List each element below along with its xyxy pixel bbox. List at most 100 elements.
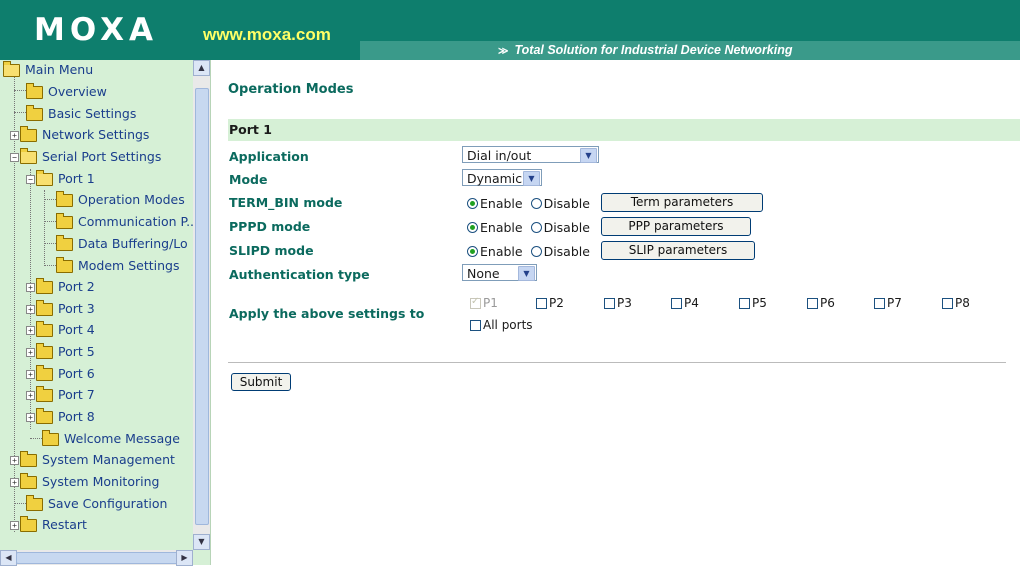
tree-item-port-5[interactable]: + Port 5 <box>26 342 95 362</box>
pppd-enable-radio[interactable] <box>467 222 478 233</box>
tree-item-port-2[interactable]: + Port 2 <box>26 277 95 297</box>
tree-item-label: Port 1 <box>58 171 95 186</box>
checkbox[interactable] <box>942 298 953 309</box>
port-checkbox-label: P4 <box>684 296 699 310</box>
checkbox[interactable] <box>470 320 481 331</box>
tree-item-port-4[interactable]: + Port 4 <box>26 320 95 340</box>
expand-plus-icon[interactable]: + <box>26 305 35 314</box>
mode-select[interactable]: Dynamic ▼ <box>462 169 542 186</box>
tree-item-port-3[interactable]: + Port 3 <box>26 299 95 319</box>
tree-item-save-configuration[interactable]: Save Configuration <box>26 494 167 514</box>
expand-plus-icon[interactable]: + <box>26 348 35 357</box>
checkbox-p8[interactable]: P8 <box>942 296 970 310</box>
checkbox-p2[interactable]: P2 <box>536 296 564 310</box>
scroll-up-icon[interactable]: ▲ <box>193 60 210 76</box>
checkbox-p3[interactable]: P3 <box>604 296 632 310</box>
checkbox-p7[interactable]: P7 <box>874 296 902 310</box>
sidebar: Main Menu Overview Basic Settings + Netwo… <box>0 60 211 566</box>
folder-icon <box>26 83 43 99</box>
checkbox-checked-disabled[interactable] <box>470 296 481 309</box>
tree-item-serial-port-settings[interactable]: − Serial Port Settings <box>10 147 161 167</box>
slip-parameters-button[interactable]: SLIP parameters <box>601 241 755 260</box>
tree-item-label: Network Settings <box>42 127 150 142</box>
chevron-down-icon[interactable]: ▼ <box>580 148 597 163</box>
checkbox[interactable] <box>739 298 750 309</box>
chevron-down-icon[interactable]: ▼ <box>518 266 535 281</box>
slipd-enable-radio[interactable] <box>467 246 478 257</box>
tree-item-modem-settings[interactable]: Modem Settings <box>56 256 179 276</box>
slogan-bar: ≫ Total Solution for Industrial Device Ne… <box>360 41 1020 60</box>
expand-plus-icon[interactable]: + <box>10 478 19 487</box>
application-select[interactable]: Dial in/out ▼ <box>462 146 599 163</box>
checkbox[interactable] <box>536 298 547 309</box>
checkbox[interactable] <box>874 298 885 309</box>
term-bin-label: TERM_BIN mode <box>229 195 343 210</box>
sidebar-vertical-scrollbar[interactable]: ▲ ▼ <box>193 60 210 550</box>
submit-button[interactable]: Submit <box>231 373 291 391</box>
tree-item-system-management[interactable]: + System Management <box>10 450 175 470</box>
expand-plus-icon[interactable]: + <box>26 391 35 400</box>
tree-item-label: System Monitoring <box>42 474 160 489</box>
expand-plus-icon[interactable]: + <box>26 370 35 379</box>
tree-item-operation-modes[interactable]: Operation Modes <box>56 190 185 210</box>
tree-item-port-8[interactable]: + Port 8 <box>26 407 95 427</box>
tree-item-communication-parameters[interactable]: Communication P... <box>56 212 193 232</box>
checkbox-p6[interactable]: P6 <box>807 296 835 310</box>
ppp-parameters-button[interactable]: PPP parameters <box>601 217 751 236</box>
slipd-disable-radio[interactable] <box>530 246 542 257</box>
tree-item-overview[interactable]: Overview <box>26 82 107 102</box>
port-header-bar: Port 1 <box>228 119 1020 141</box>
tree-line <box>44 265 56 266</box>
tree-line <box>44 199 56 200</box>
tree-item-label: Save Configuration <box>48 496 168 511</box>
tree-item-label: Data Buffering/Lo <box>78 236 188 251</box>
tree-item-network-settings[interactable]: + Network Settings <box>10 125 149 145</box>
expand-plus-icon[interactable]: + <box>10 521 19 530</box>
checkbox-p1[interactable]: P1 <box>470 296 498 310</box>
expand-plus-icon[interactable]: + <box>10 456 19 465</box>
folder-icon <box>36 343 53 359</box>
term-bin-enable-radio[interactable] <box>467 198 478 209</box>
tree-line <box>14 90 26 91</box>
folder-icon <box>36 278 53 294</box>
horizontal-scroll-thumb[interactable] <box>16 552 178 564</box>
divider <box>228 362 1006 363</box>
tree-item-restart[interactable]: + Restart <box>10 515 87 535</box>
tree-item-port-7[interactable]: + Port 7 <box>26 385 95 405</box>
checkbox-p4[interactable]: P4 <box>671 296 699 310</box>
pppd-disable-radio[interactable] <box>530 222 542 233</box>
scroll-right-icon[interactable]: ▶ <box>176 550 193 566</box>
folder-icon <box>56 235 73 251</box>
tree-item-port-6[interactable]: + Port 6 <box>26 364 95 384</box>
expand-plus-icon[interactable]: + <box>26 413 35 422</box>
vertical-scroll-thumb[interactable] <box>195 88 209 525</box>
checkbox[interactable] <box>807 298 818 309</box>
term-bin-disable-radio[interactable] <box>530 198 542 209</box>
scroll-left-icon[interactable]: ◀ <box>0 550 17 566</box>
scroll-down-icon[interactable]: ▼ <box>193 534 210 550</box>
tree-item-data-buffering[interactable]: Data Buffering/Lo <box>56 234 188 254</box>
folder-icon <box>26 495 43 511</box>
tree-item-main-menu[interactable]: Main Menu <box>3 60 93 80</box>
tree-item-port-1[interactable]: − Port 1 <box>26 169 95 189</box>
checkbox[interactable] <box>671 298 682 309</box>
chevron-down-icon[interactable]: ▼ <box>523 171 540 186</box>
checkbox-all-ports[interactable]: All ports <box>470 318 533 332</box>
collapse-minus-icon[interactable]: − <box>26 175 35 184</box>
expand-plus-icon[interactable]: + <box>10 131 19 140</box>
tree-item-system-monitoring[interactable]: + System Monitoring <box>10 472 159 492</box>
authentication-type-select[interactable]: None ▼ <box>462 264 537 281</box>
tree-line <box>30 438 42 439</box>
expand-plus-icon[interactable]: + <box>26 283 35 292</box>
port-checkbox-label: P8 <box>955 296 970 310</box>
collapse-minus-icon[interactable]: − <box>10 153 19 162</box>
checkbox-p5[interactable]: P5 <box>739 296 767 310</box>
tree-item-label: Port 4 <box>58 322 95 337</box>
checkbox[interactable] <box>604 298 615 309</box>
term-parameters-button[interactable]: Term parameters <box>601 193 763 212</box>
tree-item-basic-settings[interactable]: Basic Settings <box>26 104 136 124</box>
expand-plus-icon[interactable]: + <box>26 326 35 335</box>
disable-label: Disable <box>543 196 590 211</box>
sidebar-horizontal-scrollbar[interactable]: ◀ ▶ <box>0 550 193 566</box>
tree-item-welcome-message[interactable]: Welcome Message <box>42 429 180 449</box>
